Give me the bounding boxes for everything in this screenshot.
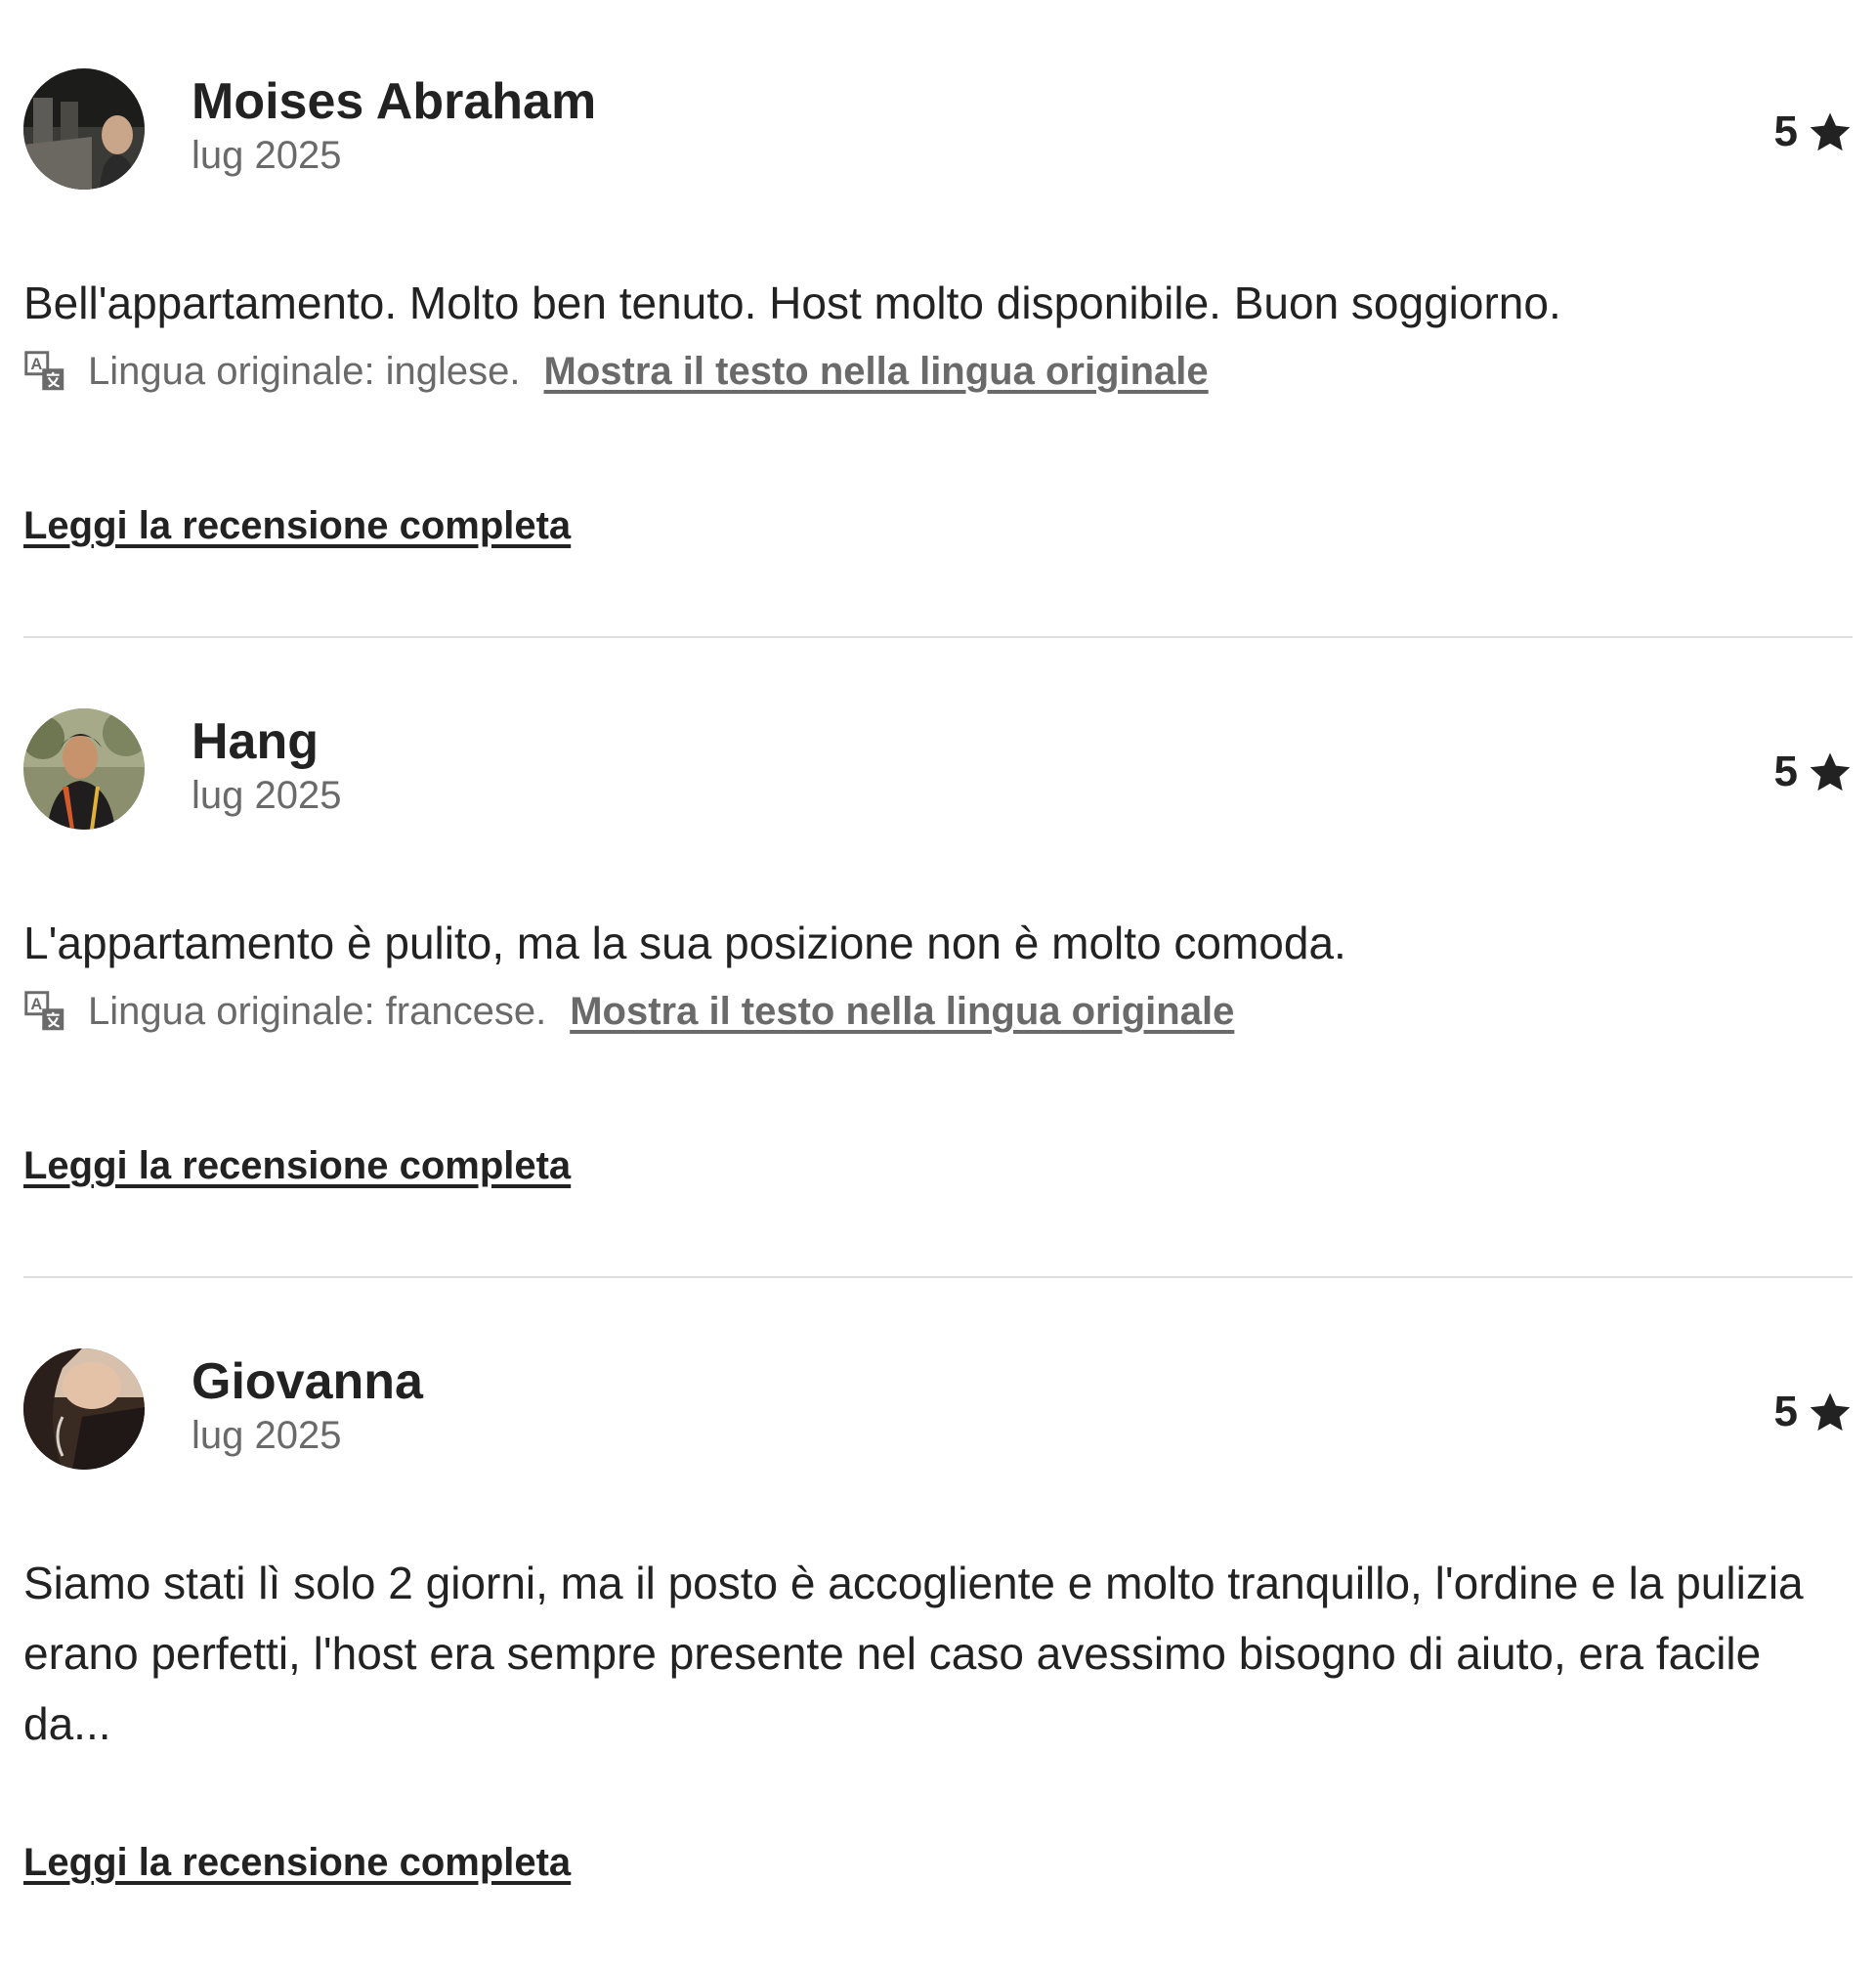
rating: 5 xyxy=(1774,1388,1853,1436)
avatar[interactable] xyxy=(23,708,145,830)
rating-value: 5 xyxy=(1773,107,1798,155)
review-date: lug 2025 xyxy=(192,134,342,177)
rating-value: 5 xyxy=(1773,748,1798,795)
reviewer-name: Hang xyxy=(192,713,319,770)
avatar-image xyxy=(23,1348,145,1470)
show-original-link[interactable]: Mostra il testo nella lingua originale xyxy=(570,982,1234,1041)
review-date: lug 2025 xyxy=(192,1414,342,1457)
star-icon xyxy=(1810,752,1851,791)
translate-icon: A xyxy=(24,991,64,1031)
avatar[interactable] xyxy=(23,1348,145,1470)
translation-note: A Lingua originale: francese. Mostra il … xyxy=(23,982,1853,1041)
rating: 5 xyxy=(1774,107,1853,156)
translate-icon: A xyxy=(24,351,64,391)
star-icon xyxy=(1810,1392,1851,1432)
read-full-review-link[interactable]: Leggi la recensione completa xyxy=(23,1841,571,1885)
reviewer-name: Giovanna xyxy=(192,1353,423,1410)
review-header: Giovanna lug 2025 5 xyxy=(23,1348,1853,1470)
review-item: Giovanna lug 2025 5 Siamo stati lì solo … xyxy=(23,1348,1853,1885)
divider xyxy=(23,1276,1853,1278)
avatar[interactable] xyxy=(23,68,145,190)
review-text: L'appartamento è pulito, ma la sua posiz… xyxy=(23,918,1346,968)
read-full-review-link[interactable]: Leggi la recensione completa xyxy=(23,1144,571,1188)
divider xyxy=(23,636,1853,638)
svg-text:A: A xyxy=(30,356,42,373)
review-date: lug 2025 xyxy=(192,774,342,817)
review-header: Moises Abraham lug 2025 5 xyxy=(23,68,1853,190)
review-item: Hang lug 2025 5 L'appartamento è pulito,… xyxy=(23,708,1853,1188)
show-original-link[interactable]: Mostra il testo nella lingua originale xyxy=(544,342,1209,401)
translation-note: A Lingua originale: inglese. Mostra il t… xyxy=(23,342,1853,401)
star-icon xyxy=(1810,112,1851,151)
review-item: Moises Abraham lug 2025 5 Bell'appartame… xyxy=(23,68,1853,548)
review-header: Hang lug 2025 5 xyxy=(23,708,1853,830)
review-text: Bell'appartamento. Molto ben tenuto. Hos… xyxy=(23,278,1561,328)
svg-text:A: A xyxy=(30,996,42,1013)
reviewer-name: Moises Abraham xyxy=(192,73,597,130)
rating: 5 xyxy=(1774,748,1853,796)
original-language: Lingua originale: francese. xyxy=(88,990,547,1033)
review-text: Siamo stati lì solo 2 giorni, ma il post… xyxy=(23,1558,1804,1749)
rating-value: 5 xyxy=(1773,1388,1798,1435)
avatar-image xyxy=(23,708,145,830)
original-language: Lingua originale: inglese. xyxy=(88,350,521,393)
avatar-image xyxy=(23,68,145,190)
read-full-review-link[interactable]: Leggi la recensione completa xyxy=(23,504,571,548)
